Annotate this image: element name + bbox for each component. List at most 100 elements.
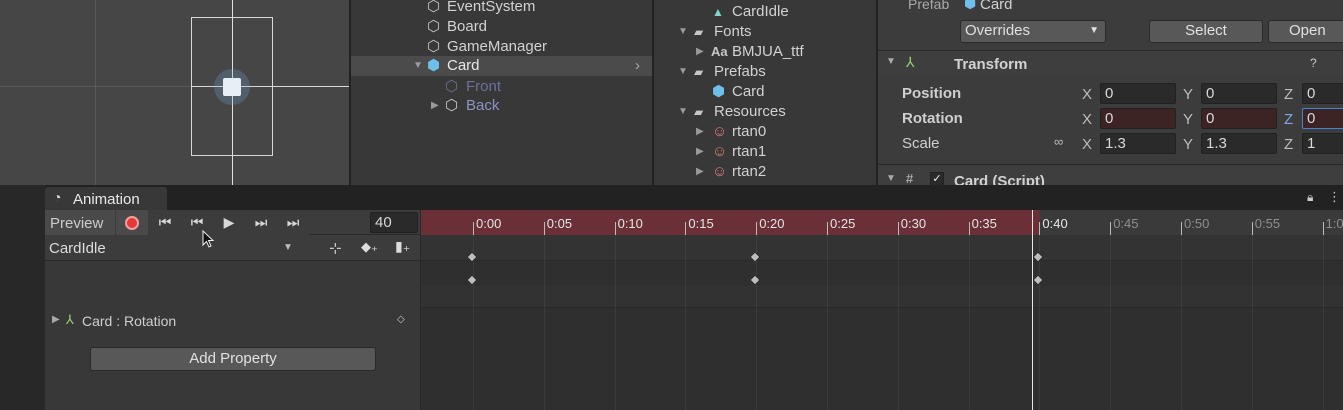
expand-arrow-icon[interactable]: ▶	[696, 142, 704, 162]
playback-toolbar: Preview ⏮ ⏮ ▶ ⏭ ⏭ 40	[45, 210, 420, 235]
timeline-tick	[827, 222, 828, 235]
preview-label: Preview	[50, 215, 104, 232]
project-item-resources[interactable]: ▼ ▰ Resources	[654, 102, 876, 122]
help-icon[interactable]: ?	[1310, 56, 1317, 70]
property-row-card-rotation[interactable]: ▶ ⅄ Card : Rotation ◇	[45, 311, 420, 333]
collapse-arrow-icon[interactable]: ▼	[678, 22, 688, 42]
expand-arrow-icon[interactable]: ▶	[52, 314, 60, 325]
axis-y-label: Y	[1183, 136, 1194, 153]
rotation-keyframe[interactable]	[749, 274, 761, 286]
project-item-rtan2[interactable]: ▶ ☺ rtan2	[654, 162, 876, 182]
transform-icon: ⅄	[66, 312, 74, 327]
next-keyframe-button[interactable]: ⏭	[245, 210, 277, 235]
record-icon	[125, 216, 139, 231]
animation-clock-icon: ◔	[53, 189, 62, 205]
project-item-label: rtan0	[732, 123, 767, 140]
play-button[interactable]: ▶	[213, 210, 245, 235]
select-button-label: Select	[1185, 22, 1227, 39]
frame-field[interactable]: 40	[370, 212, 418, 233]
scale-z-field[interactable]: 1	[1302, 133, 1343, 154]
timeline-ruler[interactable]: 0:00 0:05 0:10 0:15 0:20 0:25 0:30 0:35 0:40 0:45…	[421, 210, 1343, 235]
prefab-cube-icon: ⬢	[964, 0, 977, 11]
chevron-right-icon[interactable]: ›	[635, 56, 640, 76]
axis-y-label: Y	[1183, 111, 1194, 128]
timeline-grid-line	[1039, 235, 1041, 410]
add-property-button[interactable]: Add Property	[90, 347, 376, 371]
keyframe-diamond-icon[interactable]: ◇	[397, 314, 405, 325]
preview-toggle[interactable]: Preview	[45, 210, 115, 235]
rotation-keyframe[interactable]	[466, 274, 478, 286]
project-item-card-prefab[interactable]: ⬢ Card	[654, 82, 876, 102]
expand-arrow-icon[interactable]: ▶	[696, 42, 704, 62]
project-item-rtan0[interactable]: ▶ ☺ rtan0	[654, 122, 876, 142]
card-script-header[interactable]: ▼ # ✓ Card (Script)	[878, 164, 1343, 190]
overrides-dropdown[interactable]: Overrides ▼	[960, 20, 1106, 43]
dopesheet[interactable]	[421, 235, 1343, 410]
clip-dropdown[interactable]: CardIdle ▼	[45, 235, 301, 261]
animation-left-panel: Preview ⏮ ⏮ ▶ ⏭ ⏭ 40 CardIdle ▼ ⊹ ◆₊ ▮₊ …	[45, 210, 420, 410]
hierarchy-item-eventsystem[interactable]: ⬡ EventSystem	[351, 0, 652, 17]
add-event-icon[interactable]: ▮₊	[395, 238, 410, 255]
project-item-prefabs[interactable]: ▼ ▰ Prefabs	[654, 62, 876, 82]
collapse-arrow-icon[interactable]: ▼	[678, 62, 688, 82]
timeline-tick-label: 0:50	[1184, 216, 1210, 231]
rotation-x-field[interactable]: 0	[1100, 108, 1176, 129]
rotation-keyframe[interactable]	[1032, 274, 1045, 286]
add-keyframe-icon[interactable]: ◆₊	[361, 239, 378, 255]
select-button[interactable]: Select	[1149, 20, 1263, 43]
lock-icon[interactable]: 🔒︎	[1307, 190, 1313, 205]
timeline-tick-label: 0:00	[476, 216, 502, 231]
open-button[interactable]: Open	[1268, 20, 1343, 43]
prefab-value[interactable]: Card	[980, 0, 1013, 13]
hierarchy-item-gamemanager[interactable]: ⬡ GameManager	[351, 37, 652, 57]
prefab-cube-icon: ⬢	[427, 57, 441, 74]
enabled-checkbox[interactable]: ✓	[930, 172, 944, 186]
rotation-y-field[interactable]: 0	[1201, 108, 1277, 129]
playhead-line[interactable]	[1032, 210, 1033, 410]
scale-x-field[interactable]: 1.3	[1100, 133, 1176, 154]
position-z-field[interactable]: 0	[1302, 83, 1343, 104]
project-item-fonts[interactable]: ▼ ▰ Fonts	[654, 22, 876, 42]
first-keyframe-button[interactable]: ⏮	[149, 210, 181, 235]
expand-arrow-icon[interactable]: ▶	[696, 162, 704, 182]
gameobject-icon: ⬡	[445, 78, 459, 95]
rotation-z-field[interactable]: 0	[1302, 108, 1343, 129]
scale-y-field[interactable]: 1.3	[1201, 133, 1277, 154]
expand-arrow-icon[interactable]: ▶	[431, 96, 439, 116]
record-button[interactable]	[116, 210, 148, 235]
timeline-grid-line	[1322, 235, 1324, 410]
expand-arrow-icon[interactable]: ▶	[696, 122, 704, 142]
axis-y-label: Y	[1183, 86, 1194, 103]
position-x-field[interactable]: 0	[1100, 83, 1176, 104]
collapse-arrow-icon[interactable]: ▼	[678, 102, 688, 122]
timeline-grid-line	[685, 235, 687, 410]
timeline-grid-line	[614, 235, 616, 410]
last-keyframe-button[interactable]: ⏭	[277, 210, 309, 235]
collapse-arrow-icon[interactable]: ▼	[886, 173, 896, 184]
timeline-grid-line	[968, 235, 970, 410]
transform-header[interactable]: ▼ ⅄ Transform ?	[878, 50, 1343, 76]
more-options-icon[interactable]: ⋮	[1328, 189, 1341, 205]
collapse-arrow-icon[interactable]: ▼	[413, 56, 423, 76]
scene-view[interactable]	[0, 0, 349, 185]
rotation-track-row	[421, 286, 1343, 308]
folder-icon: ▰	[694, 25, 704, 39]
project-item-cardidle[interactable]: ▲ CardIdle	[654, 2, 876, 22]
project-item-bmjua[interactable]: ▶ Aa BMJUA_ttf	[654, 42, 876, 62]
gameobject-icon: ⬡	[445, 97, 459, 114]
hierarchy-item-card[interactable]: ▼ ⬢ Card ›	[351, 56, 652, 76]
filter-by-selection-icon[interactable]: ⊹	[329, 239, 342, 257]
transform-title: Transform	[954, 56, 1028, 73]
summary-row	[421, 235, 1343, 261]
timeline-tick	[1110, 222, 1112, 235]
tab-animation[interactable]: ◔ Animation	[45, 187, 167, 210]
constrain-proportions-icon[interactable]: ∞	[1054, 134, 1063, 149]
project-item-rtan1[interactable]: ▶ ☺ rtan1	[654, 142, 876, 162]
timeline-grid-line	[543, 235, 545, 410]
hierarchy-item-front[interactable]: ⬡ Front	[351, 77, 652, 97]
position-y-field[interactable]: 0	[1201, 83, 1277, 104]
hierarchy-item-board[interactable]: ⬡ Board	[351, 17, 652, 37]
card-sprite-icon[interactable]	[214, 69, 250, 105]
hierarchy-item-back[interactable]: ▶ ⬡ Back	[351, 96, 652, 116]
collapse-arrow-icon[interactable]: ▼	[886, 56, 896, 67]
